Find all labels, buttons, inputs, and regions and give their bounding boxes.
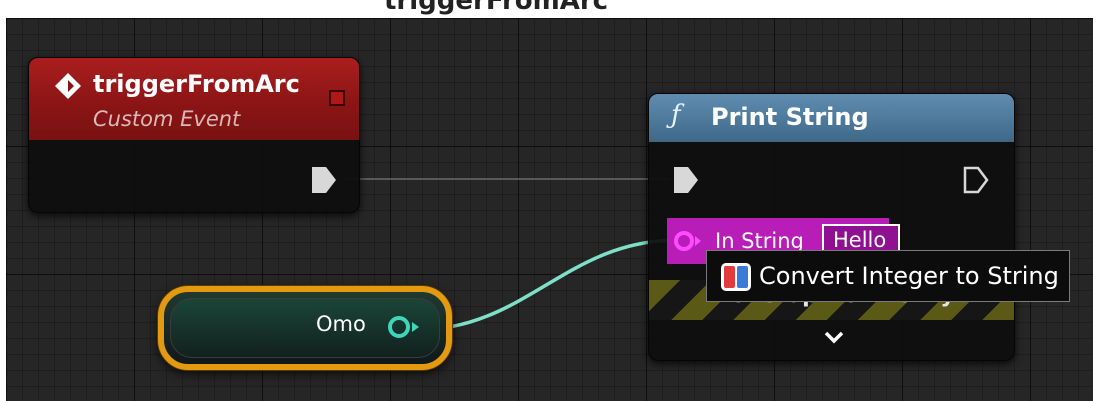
variable-label: Omo	[316, 312, 366, 336]
print-node-header[interactable]: ƒ Print String	[649, 94, 1014, 142]
event-node-subtitle: Custom Event	[93, 107, 241, 131]
event-diamond-icon	[55, 73, 81, 99]
cut-title-text: triggerFromArc	[384, 0, 609, 16]
blueprint-graph-canvas[interactable]: triggerFromArc Custom Event ƒ Print Stri…	[6, 18, 1093, 401]
conversion-tooltip: Convert Integer to String	[706, 250, 1070, 302]
conversion-icon	[721, 263, 751, 291]
delegate-pin[interactable]	[329, 90, 345, 106]
exec-output-pin[interactable]	[963, 166, 989, 194]
in-string-value: Hello	[833, 228, 887, 252]
data-wire[interactable]	[415, 238, 679, 332]
integer-pin-icon[interactable]	[387, 314, 423, 340]
print-node-title: Print String	[711, 103, 869, 131]
chevron-down-icon[interactable]	[823, 329, 845, 345]
string-pin-icon[interactable]	[673, 229, 703, 253]
exec-input-pin[interactable]	[673, 166, 699, 194]
variable-get-node[interactable]: Omo	[158, 286, 452, 370]
tooltip-text: Convert Integer to String	[759, 262, 1059, 290]
top-cut-title: triggerFromArc	[0, 0, 1099, 18]
exec-output-pin[interactable]	[311, 166, 337, 194]
custom-event-node[interactable]: triggerFromArc Custom Event	[28, 57, 360, 213]
print-string-node[interactable]: ƒ Print String In String Hello Developme…	[648, 93, 1015, 361]
event-node-title: triggerFromArc	[93, 70, 300, 98]
function-icon: ƒ	[671, 100, 681, 130]
